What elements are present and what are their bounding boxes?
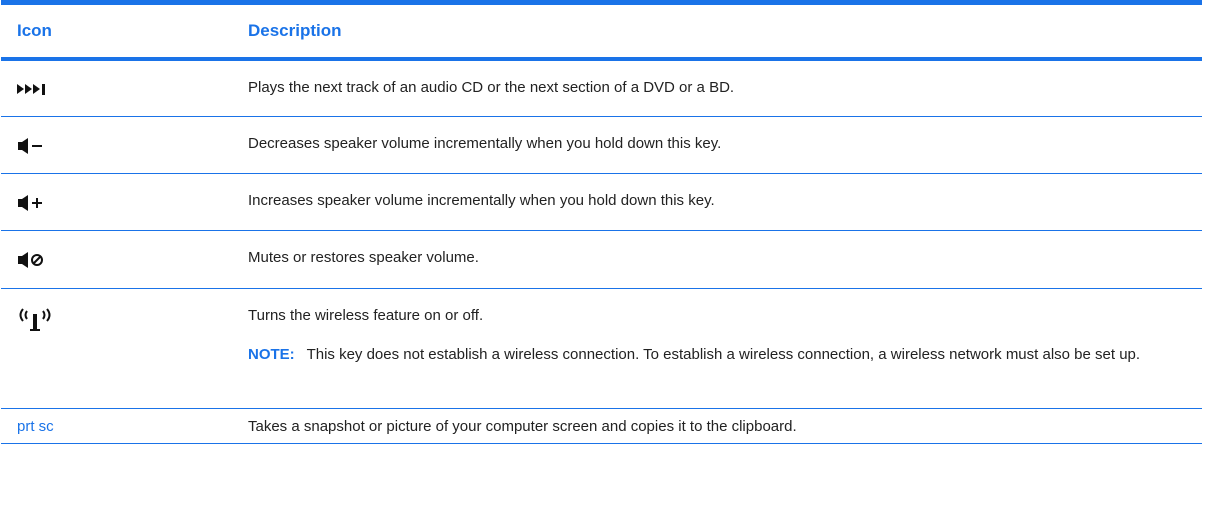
- mute-icon: [18, 252, 43, 268]
- row-description: Plays the next track of an audio CD or t…: [248, 79, 735, 96]
- header-description: Description: [248, 21, 342, 40]
- row-description: Mutes or restores speaker volume.: [248, 249, 479, 266]
- header-icon: Icon: [17, 21, 52, 40]
- volume-up-icon: [18, 195, 42, 211]
- table-row: Turns the wireless feature on or off. NO…: [1, 289, 1202, 409]
- row-description: Increases speaker volume incrementally w…: [248, 192, 715, 209]
- row-description: Decreases speaker volume incrementally w…: [248, 135, 722, 152]
- note-label: NOTE:: [248, 346, 295, 363]
- table-row: Decreases speaker volume incrementally w…: [1, 117, 1202, 174]
- row-description: Turns the wireless feature on or off.: [248, 307, 484, 324]
- volume-down-icon: [18, 138, 42, 154]
- wireless-icon: [19, 308, 51, 331]
- note-block: NOTE: This key does not establish a wire…: [248, 345, 1182, 365]
- table-row: Mutes or restores speaker volume.: [1, 231, 1202, 289]
- note-text: This key does not establish a wireless c…: [306, 346, 1141, 363]
- next-track-icon: [17, 84, 45, 95]
- row-description: Takes a snapshot or picture of your comp…: [248, 418, 797, 435]
- table-row: Plays the next track of an audio CD or t…: [1, 61, 1202, 117]
- table-row: prt sc Takes a snapshot or picture of yo…: [1, 409, 1202, 444]
- function-key-table: Icon Description Plays the next track of…: [1, 0, 1202, 444]
- table-header-row: Icon Description: [1, 5, 1202, 61]
- prt-sc-key-label: prt sc: [17, 418, 54, 435]
- table-row: Increases speaker volume incrementally w…: [1, 174, 1202, 231]
